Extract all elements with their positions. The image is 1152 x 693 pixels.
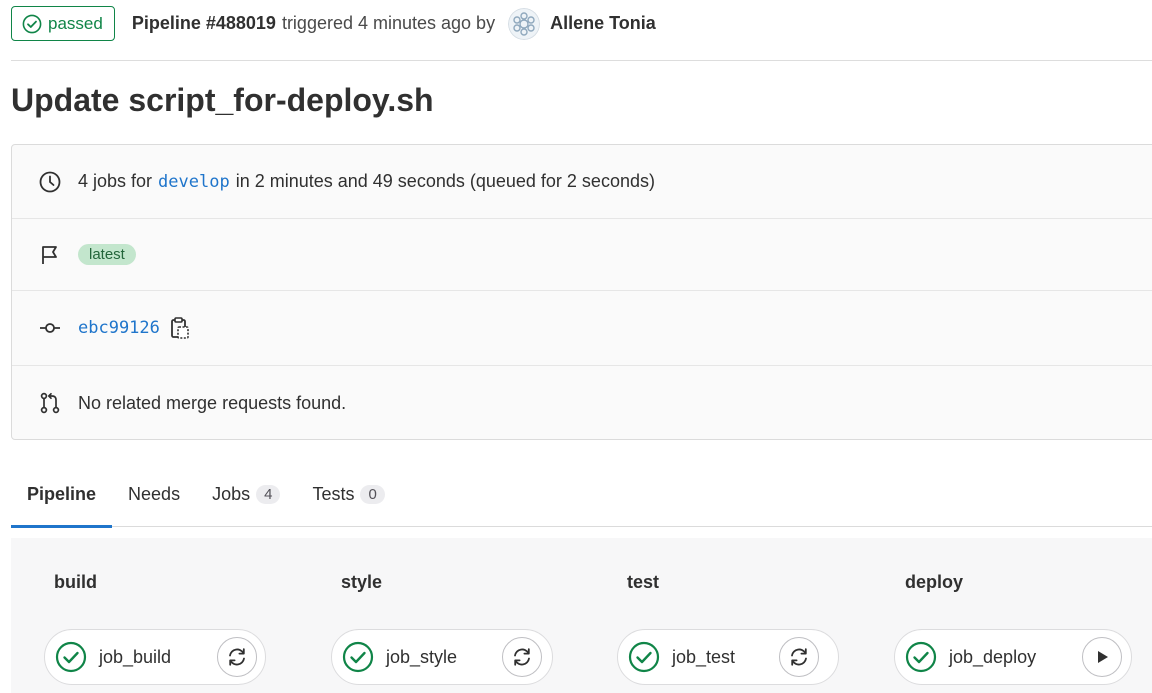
pipeline-header: passed Pipeline #488019 triggered 4 minu… xyxy=(11,6,656,41)
commit-row: ebc99126 xyxy=(12,291,1152,365)
pipeline-graph: build job_build style job_style test job… xyxy=(11,538,1152,693)
header-summary: Pipeline #488019 triggered 4 minutes ago… xyxy=(131,7,656,40)
flag-icon xyxy=(42,245,57,264)
tab-needs[interactable]: Needs xyxy=(112,475,196,527)
stage-title-style: style xyxy=(341,572,383,592)
clock-icon xyxy=(39,171,61,192)
tab-tests[interactable]: Tests 0 xyxy=(296,475,400,527)
tab-label: Jobs xyxy=(212,484,251,504)
copy-icon[interactable] xyxy=(170,316,190,340)
page-title: Update script_for-deploy.sh xyxy=(11,82,434,118)
tab-label: Tests xyxy=(312,484,355,504)
tab-label: Needs xyxy=(128,484,181,504)
retry-button[interactable] xyxy=(217,637,257,677)
success-icon xyxy=(55,641,87,673)
merge-request-icon xyxy=(40,392,60,414)
job-test[interactable]: job_test xyxy=(617,629,839,685)
pipeline-tabs: Pipeline Needs Jobs 4 Tests 0 xyxy=(11,475,1152,528)
stage-title-build: build xyxy=(54,572,97,592)
success-icon xyxy=(628,641,660,673)
jobs-count-badge: 4 xyxy=(256,485,281,504)
tab-jobs[interactable]: Jobs 4 xyxy=(196,475,296,527)
commit-sha-link[interactable]: ebc99126 xyxy=(78,318,160,338)
job-build[interactable]: job_build xyxy=(44,629,266,685)
job-name: job_test xyxy=(672,646,736,667)
retry-icon xyxy=(514,648,530,666)
commit-icon xyxy=(40,323,60,333)
duration-text: in 2 minutes and 49 seconds (queued for … xyxy=(235,171,655,191)
tab-pipeline[interactable]: Pipeline xyxy=(11,475,113,528)
tab-label: Pipeline xyxy=(27,484,97,504)
status-badge[interactable]: passed xyxy=(11,6,115,41)
success-icon xyxy=(342,641,374,673)
avatar[interactable] xyxy=(508,7,541,40)
stage-title-test: test xyxy=(627,572,660,592)
success-icon xyxy=(905,641,937,673)
play-button[interactable] xyxy=(1082,637,1122,677)
status-label: passed xyxy=(48,13,103,33)
retry-icon xyxy=(791,648,807,666)
jobs-count-text: 4 jobs for xyxy=(78,171,153,191)
pipeline-id: Pipeline #488019 xyxy=(131,13,276,33)
merge-requests-text: No related merge requests found. xyxy=(78,392,347,413)
pipeline-info-panel: 4 jobs for develop in 2 minutes and 49 s… xyxy=(11,144,1152,440)
header-divider xyxy=(11,60,1152,61)
tests-count-badge: 0 xyxy=(360,485,385,504)
labels-row: latest xyxy=(12,219,1152,290)
job-name: job_deploy xyxy=(949,646,1037,667)
retry-button[interactable] xyxy=(502,637,542,677)
jobs-summary-row: 4 jobs for develop in 2 minutes and 49 s… xyxy=(12,145,1152,218)
retry-icon xyxy=(229,648,245,666)
job-deploy[interactable]: job_deploy xyxy=(894,629,1132,685)
latest-badge: latest xyxy=(78,244,136,265)
retry-button[interactable] xyxy=(779,637,819,677)
play-icon xyxy=(1098,651,1108,663)
branch-link[interactable]: develop xyxy=(158,172,230,192)
job-style[interactable]: job_style xyxy=(331,629,553,685)
merge-requests-row: No related merge requests found. xyxy=(12,366,1152,440)
stage-title-deploy: deploy xyxy=(905,572,964,592)
check-circle-icon xyxy=(22,14,42,33)
triggered-text: triggered 4 minutes ago by xyxy=(281,13,496,33)
job-name: job_style xyxy=(386,646,458,667)
author-name[interactable]: Allene Tonia xyxy=(550,13,656,34)
job-name: job_build xyxy=(99,646,172,667)
